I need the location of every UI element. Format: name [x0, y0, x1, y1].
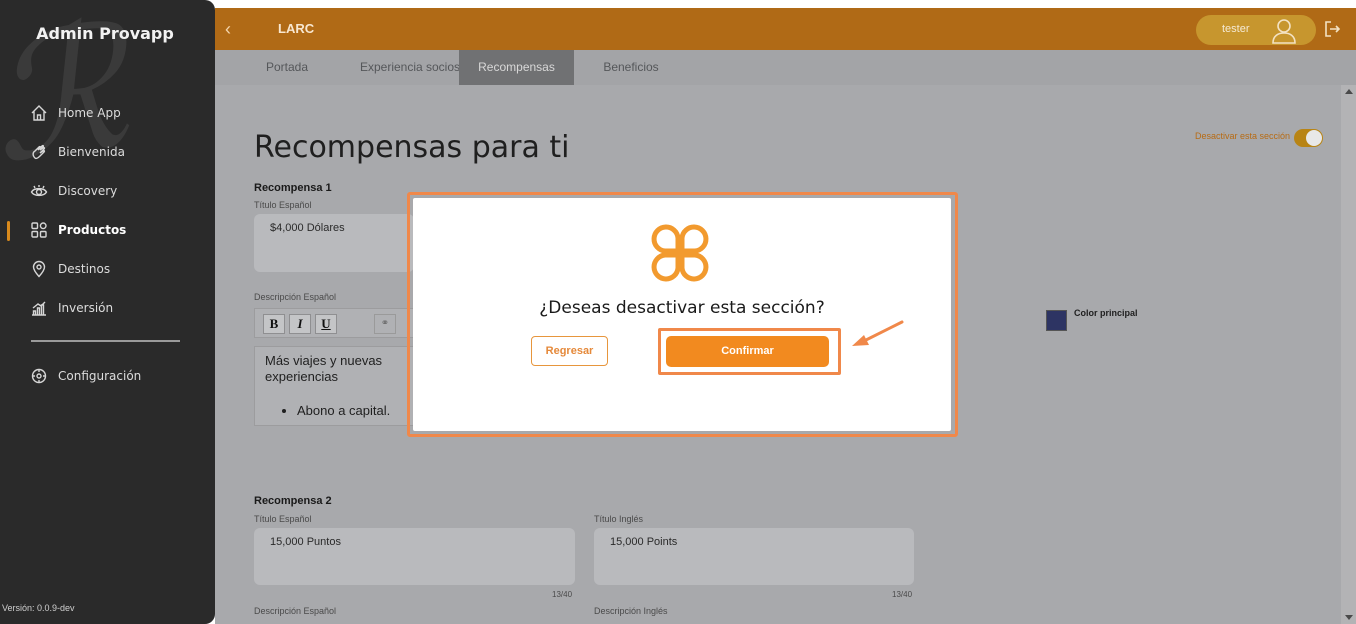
- editor-bullet: Abono a capital.: [297, 403, 403, 419]
- version-label: Versión: 0.0.9-dev: [2, 603, 75, 613]
- sidebar-divider: [31, 340, 180, 342]
- deactivate-section-toggle[interactable]: [1294, 129, 1323, 147]
- char-counter: 13/40: [552, 590, 573, 599]
- editor-paragraph: Más viajes y nuevas experiencias: [265, 353, 383, 384]
- grid-icon: [31, 222, 47, 238]
- tab-recompensas[interactable]: Recompensas: [459, 50, 574, 85]
- regresar-button[interactable]: Regresar: [531, 336, 608, 366]
- location-pin-icon: [32, 260, 46, 278]
- link-icon[interactable]: ⚭: [374, 314, 396, 334]
- reward-2-title-en-label: Título Inglés: [594, 514, 644, 524]
- vertical-scrollbar[interactable]: [1341, 85, 1356, 624]
- reward-2-desc-en-label: Descripción Inglés: [594, 606, 668, 616]
- sidebar: ℛ Admin Provapp Home App Bienvenida Disc…: [0, 0, 215, 624]
- toggle-knob: [1306, 130, 1322, 146]
- sidebar-item-label: Home App: [58, 106, 121, 120]
- settings-icon: [31, 368, 47, 384]
- reward-2-title-es-input[interactable]: 15,000 Puntos: [254, 528, 575, 585]
- pointer-arrow-icon: [852, 320, 904, 346]
- logout-icon[interactable]: [1323, 20, 1341, 38]
- reward-2-title-en-input[interactable]: 15,000 Points: [594, 528, 914, 585]
- page-header-title: LARC: [278, 21, 315, 36]
- app-title: Admin Provapp: [36, 24, 174, 43]
- scroll-down-icon[interactable]: [1345, 615, 1353, 620]
- confirm-dialog: ¿Deseas desactivar esta sección? Regresa…: [413, 198, 951, 431]
- bold-button[interactable]: B: [263, 314, 285, 334]
- waving-hand-icon: [32, 144, 46, 160]
- page-title: Recompensas para ti: [254, 130, 570, 165]
- active-indicator: [7, 221, 10, 241]
- tab-bar: Portada Experiencia socios Recompensas B…: [215, 50, 1356, 85]
- italic-button[interactable]: I: [289, 314, 311, 334]
- reward-1-desc-es-label: Descripción Español: [254, 292, 337, 302]
- toggle-label: Desactivar esta sección: [1195, 131, 1291, 141]
- sidebar-item-productos[interactable]: Productos: [30, 220, 126, 240]
- sidebar-item-discovery[interactable]: Discovery: [30, 181, 117, 201]
- confirmar-button[interactable]: Confirmar: [666, 336, 829, 367]
- reward-1-title-es-input[interactable]: $4,000 Dólares: [254, 214, 414, 272]
- user-avatar-icon: [1272, 19, 1296, 44]
- sidebar-item-home-app[interactable]: Home App: [30, 103, 121, 123]
- reward-2-desc-es-label: Descripción Español: [254, 606, 337, 616]
- dialog-question: ¿Deseas desactivar esta sección?: [539, 298, 825, 318]
- user-name: tester: [1222, 23, 1250, 35]
- tab-beneficios[interactable]: Beneficios: [593, 50, 669, 85]
- top-bar: ‹ LARC tester: [215, 8, 1356, 50]
- sidebar-item-label: Productos: [58, 223, 127, 237]
- bar-chart-icon: [32, 301, 46, 316]
- eye-icon: [30, 185, 48, 197]
- underline-button[interactable]: U: [315, 314, 337, 334]
- reward-1-desc-es-editor[interactable]: Más viajes y nuevas experiencias Abono a…: [254, 346, 414, 426]
- sidebar-item-label: Destinos: [58, 262, 111, 276]
- scroll-up-icon[interactable]: [1345, 89, 1353, 94]
- sidebar-item-bienvenida[interactable]: Bienvenida: [30, 142, 125, 162]
- user-menu[interactable]: tester: [1196, 15, 1316, 45]
- back-chevron-icon[interactable]: ‹: [225, 19, 241, 39]
- home-icon: [31, 105, 47, 121]
- rich-text-toolbar: B I U ⚭: [254, 308, 414, 338]
- primary-color-label: Color principal: [1074, 308, 1138, 318]
- sidebar-item-inversion[interactable]: Inversión: [30, 298, 113, 318]
- tab-portada[interactable]: Portada: [251, 50, 323, 85]
- sidebar-item-destinos[interactable]: Destinos: [30, 259, 110, 279]
- sidebar-item-label: Inversión: [58, 301, 114, 315]
- sidebar-item-label: Configuración: [58, 369, 142, 383]
- reward-1-title-es-label: Título Español: [254, 200, 312, 210]
- primary-color-swatch[interactable]: [1046, 310, 1067, 331]
- reward-2-title-es-label: Título Español: [254, 514, 312, 524]
- clover-logo-icon: [651, 224, 709, 282]
- sidebar-item-configuracion[interactable]: Configuración: [30, 366, 141, 386]
- sidebar-item-label: Bienvenida: [58, 145, 125, 159]
- char-counter: 13/40: [892, 590, 913, 599]
- reward-1-heading: Recompensa 1: [254, 182, 332, 194]
- sidebar-item-label: Discovery: [58, 184, 118, 198]
- reward-2-heading: Recompensa 2: [254, 495, 332, 507]
- tab-experiencia-socios[interactable]: Experiencia socios: [345, 50, 475, 85]
